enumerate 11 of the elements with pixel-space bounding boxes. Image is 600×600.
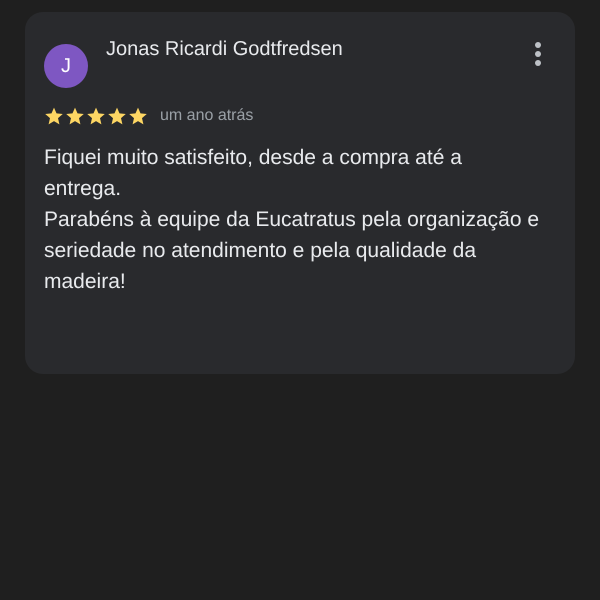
author-name: Jonas Ricardi Godtfredsen xyxy=(106,37,344,62)
star-icon xyxy=(65,106,85,126)
star-icon xyxy=(44,106,64,126)
avatar: J xyxy=(44,44,88,88)
star-icon xyxy=(107,106,127,126)
review-text: Parabéns à equipe da Eucatratus pela organização e seriedade no atendimento e pela qualidade da madeira! xyxy=(44,207,540,295)
review-time: um ano atrás xyxy=(160,106,254,126)
review-text: Fiquei muito satisfeito, desde a compra até a entrega. xyxy=(44,145,463,202)
more-options-icon[interactable] xyxy=(533,42,543,66)
star-icon xyxy=(128,106,148,126)
star-icon xyxy=(86,106,106,126)
